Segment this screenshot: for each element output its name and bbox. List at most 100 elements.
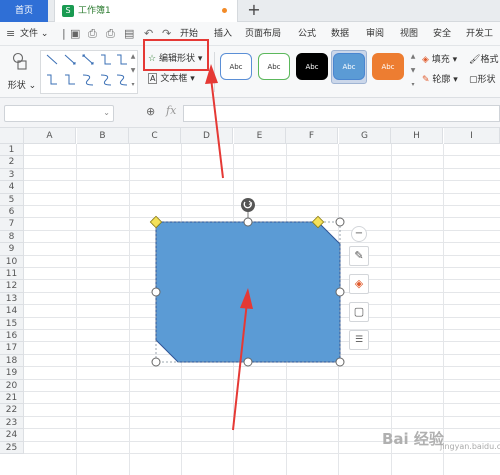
grid-line [24, 192, 500, 194]
row-header-11[interactable]: 11 [0, 268, 24, 281]
text-box-label: 文本框 [160, 74, 188, 84]
menu-formulas[interactable]: 公式 [298, 22, 316, 46]
resize-handle[interactable] [243, 357, 253, 367]
fill-button[interactable]: ◈ 填充 ▾ [422, 53, 457, 67]
line-styles-gallery[interactable] [40, 50, 138, 94]
resize-handle[interactable] [335, 217, 345, 227]
menu-review[interactable]: 审阅 [366, 22, 384, 46]
ribbon-toolbar: 形状 ⌄ ▲ ▼ ▾ ☆ 编辑形状 ▾ A 文本框 ▾ Abc Abc Abc … [0, 46, 500, 98]
column-header-D[interactable]: D [181, 128, 233, 144]
hamburger-menu-icon[interactable]: ≡ [6, 27, 15, 40]
row-header-15[interactable]: 15 [0, 317, 24, 330]
print-preview-icon[interactable]: ▤ [124, 27, 134, 40]
row-header-25[interactable]: 25 [0, 441, 24, 454]
shape-style-pen-icon[interactable]: ✎ [349, 246, 369, 266]
row-header-19[interactable]: 19 [0, 367, 24, 380]
row-header-2[interactable]: 2 [0, 156, 24, 169]
grid-line [24, 415, 500, 417]
format-painter-icon: 🖌 [469, 55, 481, 65]
shape-style-5[interactable]: Abc [372, 53, 404, 80]
function-icon[interactable]: fx [166, 104, 176, 117]
fill-bucket-icon[interactable]: ◈ [349, 274, 369, 294]
menu-security[interactable]: 安全 [433, 22, 451, 46]
column-header-H[interactable]: H [391, 128, 443, 144]
menu-view[interactable]: 视图 [400, 22, 418, 46]
row-header-9[interactable]: 9 [0, 243, 24, 256]
row-header-5[interactable]: 5 [0, 193, 24, 206]
export-pdf-icon[interactable]: ⎙ [88, 27, 97, 41]
row-header-22[interactable]: 22 [0, 404, 24, 417]
rotate-handle-icon[interactable] [241, 198, 255, 212]
shape-style-1[interactable]: Abc [220, 53, 252, 80]
row-header-13[interactable]: 13 [0, 292, 24, 306]
resize-handle[interactable] [151, 287, 161, 297]
title-tab-bar: 首页 S 工作簿1 + [0, 0, 500, 22]
row-header-8[interactable]: 8 [0, 230, 24, 244]
save-icon[interactable]: ▣ [70, 27, 80, 40]
shape-effects-button[interactable]: ▢形状 [469, 73, 496, 87]
line-shapes-icon [46, 54, 128, 86]
select-all-corner[interactable] [0, 128, 24, 144]
selected-shape[interactable] [148, 196, 348, 368]
baidu-logo-watermark: Bai 经验 [382, 430, 444, 448]
row-header-4[interactable]: 4 [0, 181, 24, 194]
formula-bar: ⌄ ⊕ fx [0, 98, 500, 128]
name-box[interactable]: ⌄ [4, 105, 114, 122]
row-header-23[interactable]: 23 [0, 416, 24, 430]
print-icon[interactable]: ⎙ [106, 27, 115, 41]
resize-handle[interactable] [151, 357, 161, 367]
row-header-20[interactable]: 20 [0, 379, 24, 392]
outline-button[interactable]: ✎ 轮廓 ▾ [422, 73, 458, 87]
grid-line [24, 453, 500, 454]
row-header-18[interactable]: 18 [0, 354, 24, 368]
row-header-7[interactable]: 7 [0, 218, 24, 231]
row-header-24[interactable]: 24 [0, 429, 24, 442]
new-tab-button[interactable]: + [246, 0, 262, 22]
formula-input[interactable] [183, 105, 500, 122]
format-painter-button[interactable]: 🖌格式 [469, 53, 498, 67]
row-header-6[interactable]: 6 [0, 206, 24, 219]
resize-handle[interactable] [335, 287, 345, 297]
styles-scroll-arrows-icon[interactable]: ▲ ▼ ▾ [409, 50, 417, 94]
menu-data[interactable]: 数据 [331, 22, 349, 46]
column-header-E[interactable]: E [234, 128, 286, 144]
column-header-A[interactable]: A [24, 128, 76, 144]
wrap-text-icon[interactable]: ☰ [349, 330, 369, 350]
row-header-14[interactable]: 14 [0, 305, 24, 318]
row-header-1[interactable]: 1 [0, 144, 24, 157]
column-header-C[interactable]: C [129, 128, 181, 144]
menu-page-layout[interactable]: 页面布局 [245, 22, 281, 46]
row-header-10[interactable]: 10 [0, 255, 24, 268]
row-header-17[interactable]: 17 [0, 342, 24, 355]
grid-line [76, 144, 77, 475]
text-box-button[interactable]: A 文本框 ▾ [148, 72, 195, 86]
row-header-16[interactable]: 16 [0, 330, 24, 343]
tab-home[interactable]: 首页 [0, 0, 48, 22]
snip-corner-rectangle[interactable] [155, 221, 341, 363]
column-header-B[interactable]: B [77, 128, 129, 144]
row-header-12[interactable]: 12 [0, 280, 24, 293]
column-header-I[interactable]: I [444, 128, 500, 144]
shape-style-3[interactable]: Abc [296, 53, 328, 80]
shapes-button[interactable]: 形状 ⌄ [4, 52, 36, 94]
gallery-scroll-arrows-icon[interactable]: ▲ ▼ ▾ [128, 50, 138, 94]
row-header-21[interactable]: 21 [0, 392, 24, 405]
outline-square-icon[interactable]: ▢ [349, 302, 369, 322]
spreadsheet-icon: S [62, 5, 74, 17]
tab-workbook[interactable]: S 工作簿1 [54, 0, 238, 22]
column-header-F[interactable]: F [286, 128, 338, 144]
text-box-icon: A [148, 73, 158, 84]
file-menu[interactable]: 文件 ⌄ [20, 22, 48, 46]
grid-line [24, 155, 500, 157]
resize-handle[interactable] [243, 217, 253, 227]
menu-insert[interactable]: 插入 [214, 22, 232, 46]
shape-style-4[interactable]: Abc [333, 53, 365, 80]
collapse-icon[interactable]: − [351, 226, 367, 242]
column-header-G[interactable]: G [339, 128, 391, 144]
grid-line [443, 144, 444, 475]
shape-style-2[interactable]: Abc [258, 53, 290, 80]
zoom-icon[interactable]: ⊕ [146, 105, 155, 118]
watermark-url: jingyan.baidu.com [440, 442, 500, 451]
row-header-3[interactable]: 3 [0, 168, 24, 182]
resize-handle[interactable] [335, 357, 345, 367]
